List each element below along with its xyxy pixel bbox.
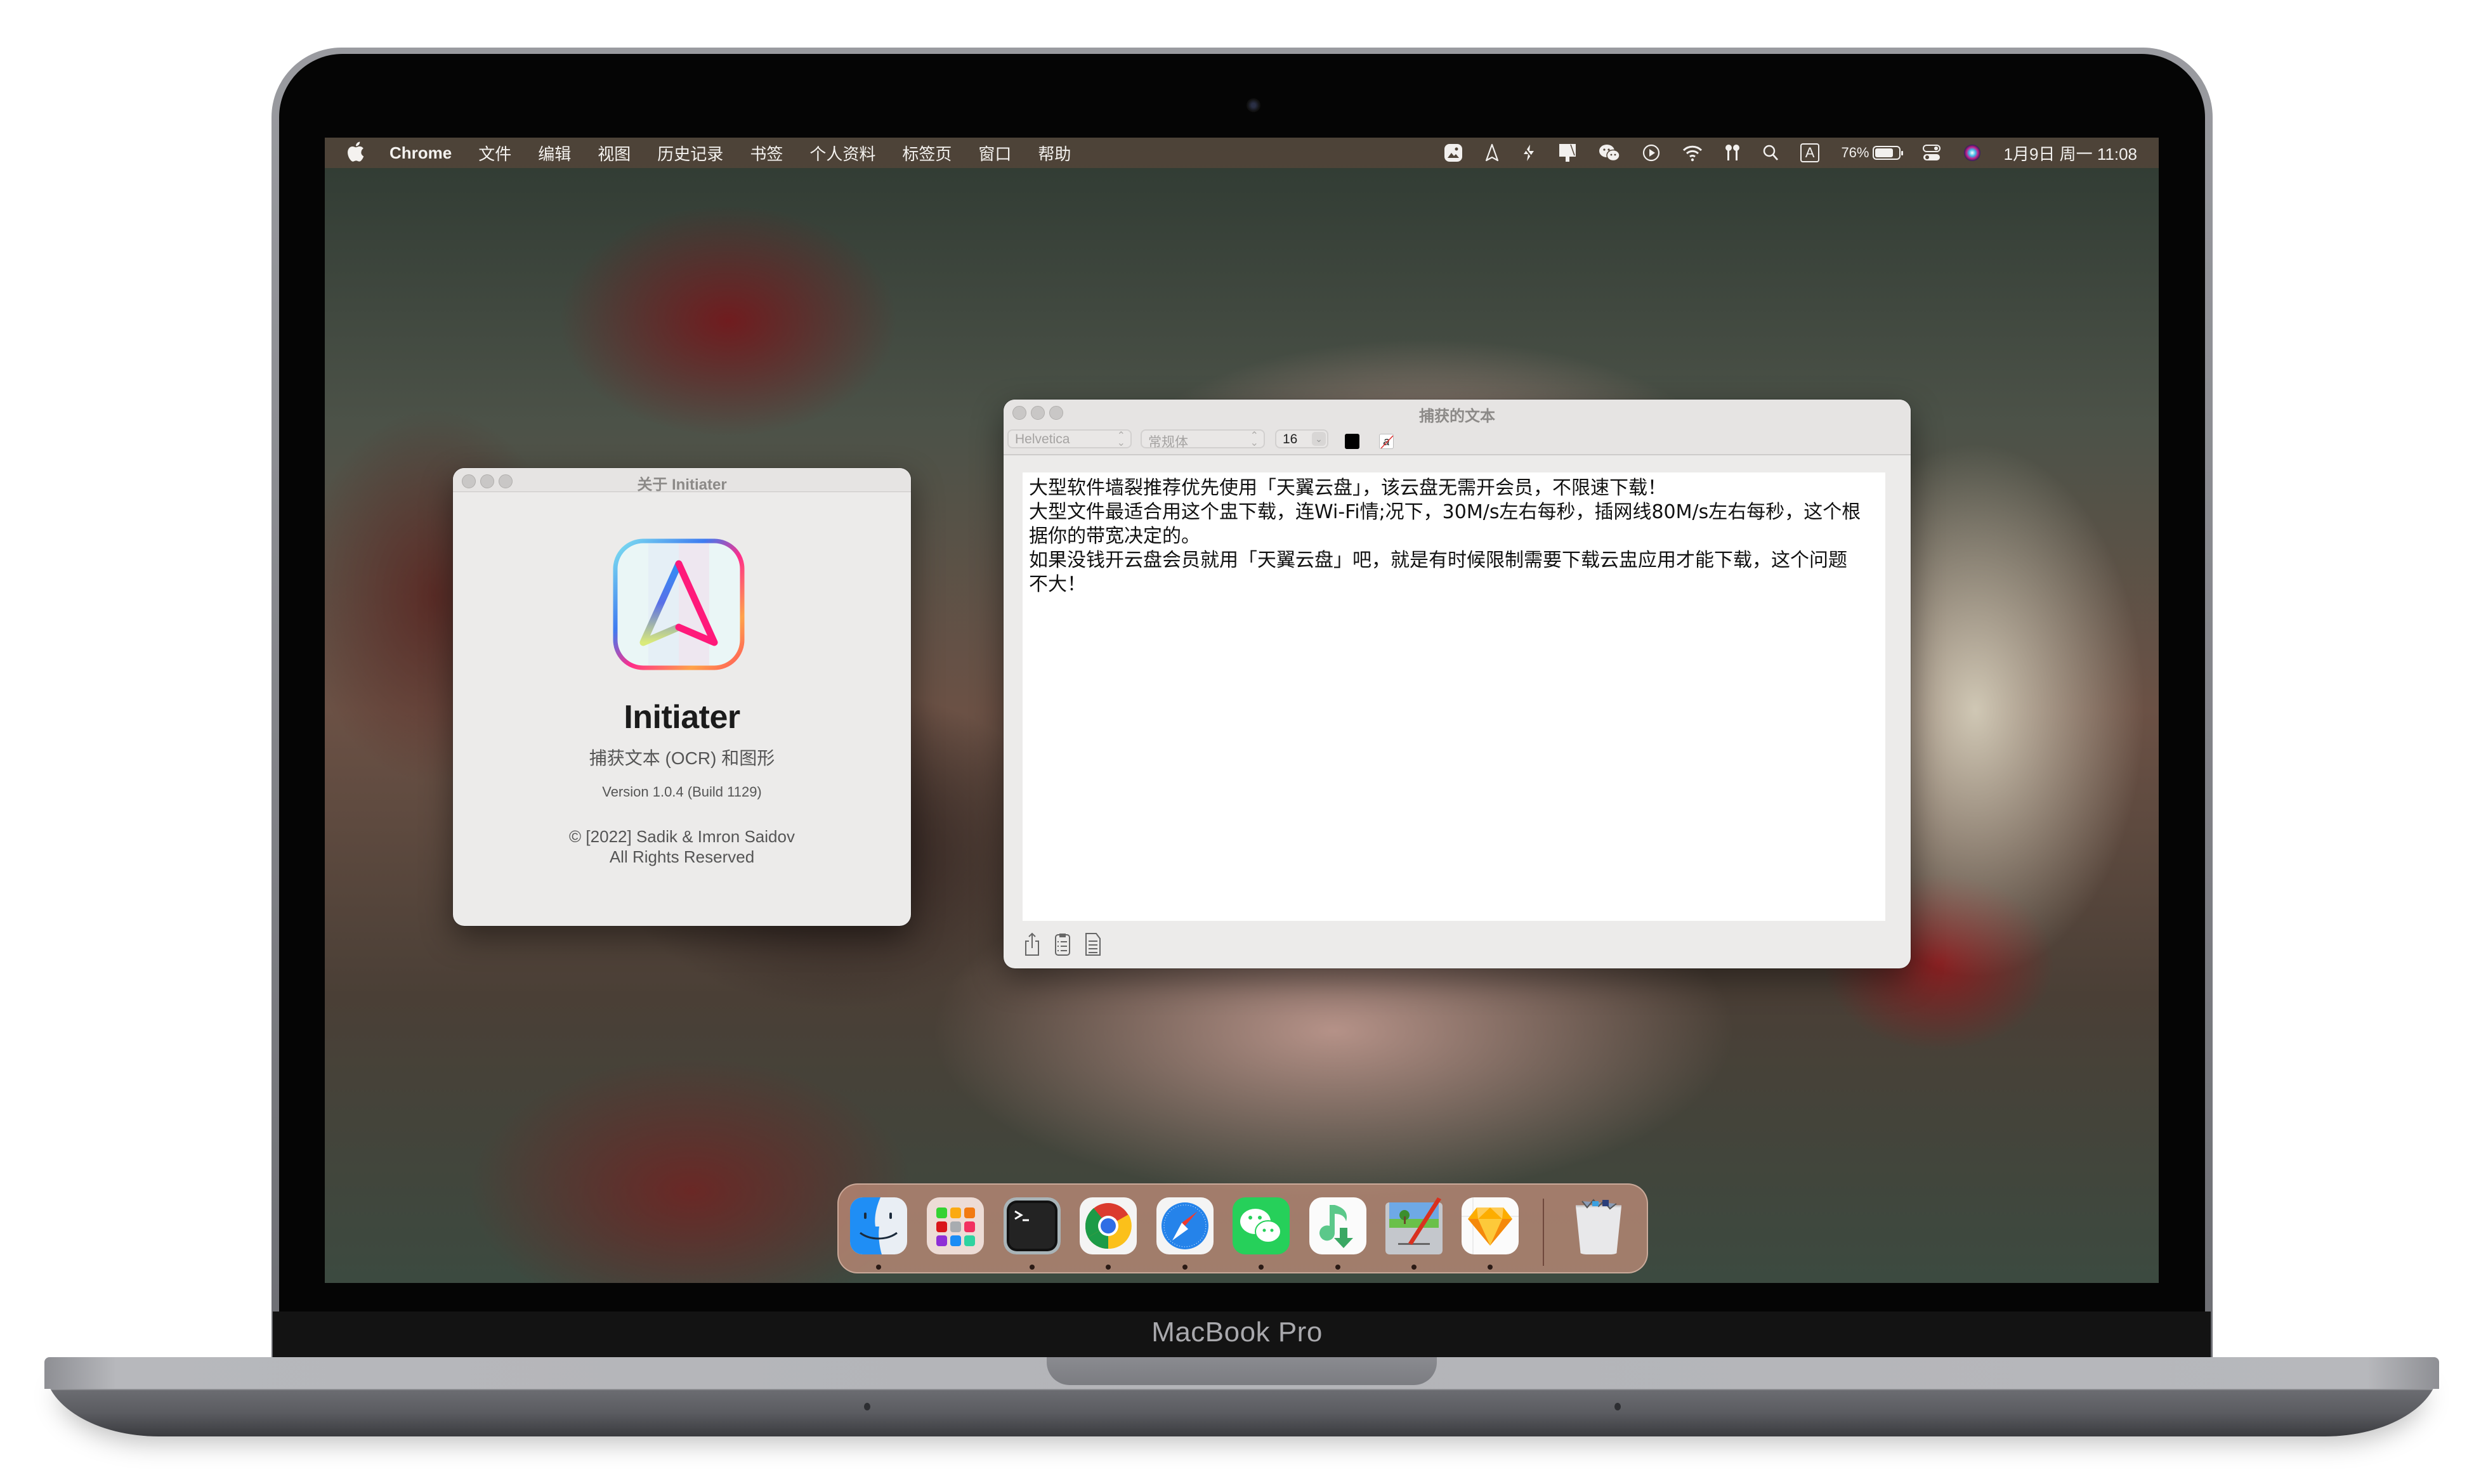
dock-trash-icon[interactable] [1573, 1197, 1624, 1254]
font-style-select[interactable]: 常规体 ⌃ ⌄ [1141, 429, 1265, 450]
wifi-icon[interactable] [1682, 144, 1703, 162]
bottom-toolbar [1024, 932, 1115, 956]
menu-edit[interactable]: 编辑 [538, 141, 571, 165]
battery-fill [1875, 148, 1893, 157]
text-window-title: 捕获的文本 [1419, 408, 1495, 425]
input-source-label: A [1800, 143, 1820, 162]
initiater-app-icon [613, 538, 745, 670]
stepper-icon: ⌃ ⌄ [1116, 431, 1125, 448]
about-window-title: 关于 Initiater [637, 476, 727, 493]
dock-wechat-icon[interactable] [1233, 1197, 1290, 1254]
lid-notch [1047, 1357, 1437, 1385]
font-size-combo[interactable]: 16 ⌄ [1275, 429, 1328, 448]
input-source-icon[interactable]: A [1800, 143, 1820, 162]
wechat-icon[interactable] [1599, 143, 1620, 162]
menu-file[interactable]: 文件 [478, 141, 511, 165]
about-window: 关于 Initiater Initiater 捕获文本 (OCR) 和图形 Ve… [453, 468, 911, 926]
share-icon[interactable] [1024, 932, 1040, 956]
menu-bar: Chrome 文件 编辑 视图 历史记录 书签 个人资料 标签页 窗口 帮助 A… [325, 138, 2159, 168]
spotlight-search-icon[interactable] [1762, 144, 1779, 162]
highlight-color-well[interactable]: a [1379, 434, 1394, 449]
font-size-value: 16 [1283, 432, 1298, 446]
copyright-block: © [2022] Sadik & Imron Saidov All Rights… [453, 826, 911, 867]
menu-window[interactable]: 窗口 [978, 141, 1011, 165]
siri-icon[interactable] [1963, 143, 1982, 162]
captured-text-window: 捕获的文本 Helvetica ⌃ ⌄ 常规体 ⌃ ⌄ 16 ⌄ a 大型软件墙… [1004, 400, 1911, 968]
base-foot [864, 1403, 870, 1410]
running-indicator [1488, 1265, 1493, 1270]
menu-history[interactable]: 历史记录 [657, 141, 723, 165]
running-indicator [876, 1265, 881, 1270]
menu-bookmarks[interactable]: 书签 [750, 141, 783, 165]
copyright-text: © [2022] Sadik & Imron Saidov [569, 827, 795, 846]
text-window-titlebar[interactable]: 捕获的文本 [1004, 400, 1911, 425]
dock-separator [1543, 1199, 1544, 1266]
airpods-icon[interactable] [1724, 143, 1741, 162]
font-family-select[interactable]: Helvetica ⌃ ⌄ [1007, 429, 1132, 448]
apple-logo-icon[interactable] [348, 141, 364, 165]
dock [837, 1183, 1648, 1273]
font-style-value: 常规体 [1148, 435, 1188, 450]
brand-label: MacBook Pro [1151, 1317, 1323, 1348]
stepper-icon: ⌃ ⌄ [1250, 431, 1259, 448]
running-indicator [1335, 1265, 1340, 1270]
clock[interactable]: 1月9日 周一 11:08 [2003, 141, 2137, 165]
desktop-screen: Chrome 文件 编辑 视图 历史记录 书签 个人资料 标签页 窗口 帮助 A… [325, 138, 2159, 1283]
dock-sketch-icon[interactable] [1462, 1197, 1519, 1254]
running-indicator [1106, 1265, 1111, 1270]
control-center-icon[interactable] [1922, 144, 1941, 162]
app-subtitle: 捕获文本 (OCR) 和图形 [589, 748, 775, 768]
menu-tabs[interactable]: 标签页 [902, 141, 952, 165]
format-toolbar: Helvetica ⌃ ⌄ 常规体 ⌃ ⌄ 16 ⌄ a [1004, 424, 1911, 455]
text-line: 如果没钱开云盘会员就用「天翼云盘」吧，就是有时候限制需要下载云盅应用才能下载，这… [1029, 549, 1847, 571]
font-family-value: Helvetica [1015, 432, 1070, 446]
menu-app-name[interactable]: Chrome [389, 143, 452, 163]
chevron-down-icon[interactable]: ⌄ [1312, 432, 1326, 446]
running-indicator [1030, 1265, 1035, 1270]
rights-text: All Rights Reserved [609, 847, 755, 866]
app-name: Initiater [624, 699, 740, 736]
bolt-slash-icon[interactable] [1521, 143, 1536, 162]
menu-profiles[interactable]: 个人资料 [809, 141, 875, 165]
text-line: 大型文件最适合用这个盅下载，连Wi-Fi情;况下，30M/s左右每秒，插网线80… [1029, 501, 1861, 523]
app-version: Version 1.0.4 (Build 1129) [602, 784, 762, 800]
notch-app-icon[interactable] [1558, 143, 1577, 163]
running-indicator [1182, 1265, 1188, 1270]
battery-status[interactable]: 76% [1841, 145, 1904, 161]
battery-percent: 76% [1841, 145, 1869, 160]
camera-icon [1247, 98, 1260, 112]
play-circle-icon[interactable] [1642, 143, 1661, 162]
battery-icon [1873, 146, 1904, 160]
image-capture-icon[interactable] [1444, 143, 1463, 162]
dock-chrome-icon[interactable] [1080, 1197, 1137, 1254]
running-indicator [1411, 1265, 1417, 1270]
dock-terminal-icon[interactable] [1004, 1197, 1061, 1254]
dock-paintbrush-icon[interactable] [1385, 1197, 1443, 1254]
base-foot [1614, 1403, 1621, 1410]
menu-help[interactable]: 帮助 [1038, 141, 1071, 165]
text-color-well[interactable] [1345, 434, 1359, 449]
running-indicator [1259, 1265, 1264, 1270]
text-editor[interactable]: 大型软件墙裂推荐优先使用「天翼云盘」，该云盘无需开会员，不限速下载！ 大型文件最… [1023, 472, 1885, 921]
navigation-arrow-icon[interactable] [1484, 143, 1500, 162]
macbook-mockup: MacBook Pro Chrome 文件 编辑 视图 历史记录 书签 个人资料… [0, 0, 2474, 1484]
dock-music-download-icon[interactable] [1309, 1197, 1366, 1254]
text-line: 大型软件墙裂推荐优先使用「天翼云盘」，该云盘无需开会员，不限速下载！ [1029, 477, 1666, 499]
dock-finder-icon[interactable] [850, 1197, 907, 1254]
text-line: 不大！ [1029, 573, 1086, 596]
dock-safari-icon[interactable] [1156, 1197, 1214, 1254]
menu-view[interactable]: 视图 [598, 141, 631, 165]
clipboard-icon[interactable] [1054, 932, 1071, 956]
dock-launchpad-icon[interactable] [927, 1197, 984, 1254]
about-titlebar[interactable]: 关于 Initiater [453, 468, 911, 493]
document-icon[interactable] [1085, 932, 1101, 956]
text-line: 据你的带宽决定的。 [1029, 525, 1200, 547]
